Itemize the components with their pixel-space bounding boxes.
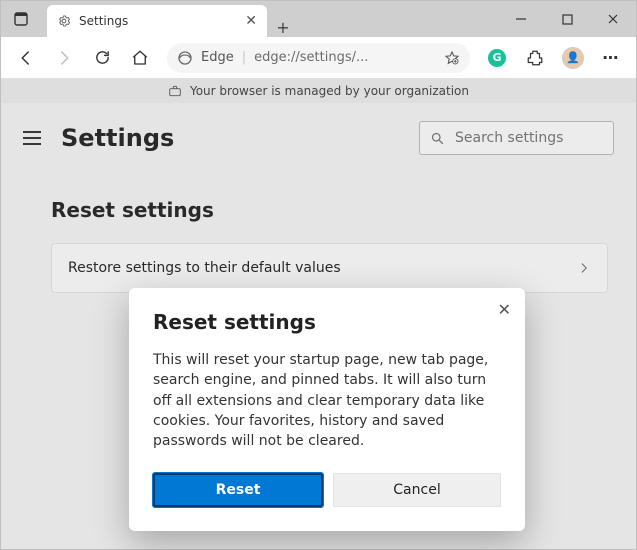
tab-settings[interactable]: Settings ✕: [47, 5, 267, 37]
profile-avatar[interactable]: 👤: [556, 41, 590, 75]
favorite-button[interactable]: [444, 50, 460, 66]
tabstrip: Settings ✕ +: [41, 1, 498, 37]
back-button[interactable]: [9, 41, 43, 75]
dialog-actions: Reset Cancel: [153, 473, 501, 507]
url-text: edge://settings/...: [254, 50, 436, 65]
cancel-button[interactable]: Cancel: [333, 473, 501, 507]
reset-settings-dialog: ✕ Reset settings This will reset your st…: [129, 288, 525, 531]
new-tab-button[interactable]: +: [267, 18, 299, 37]
browser-window: Settings ✕ + Edge | edge://settings/... …: [0, 0, 637, 550]
minimize-button[interactable]: [498, 1, 544, 37]
toolbar: Edge | edge://settings/... G 👤 ⋯: [1, 37, 636, 79]
dialog-body: This will reset your startup page, new t…: [153, 350, 501, 451]
gear-icon: [57, 14, 71, 28]
refresh-button[interactable]: [85, 41, 119, 75]
managed-text: Your browser is managed by your organiza…: [190, 84, 469, 98]
briefcase-icon: [168, 84, 182, 98]
forward-button[interactable]: [47, 41, 81, 75]
home-button[interactable]: [123, 41, 157, 75]
close-window-button[interactable]: [590, 1, 636, 37]
window-controls: [498, 1, 636, 37]
titlebar: Settings ✕ +: [1, 1, 636, 37]
tab-title: Settings: [79, 14, 128, 28]
maximize-button[interactable]: [544, 1, 590, 37]
dialog-title: Reset settings: [153, 310, 501, 334]
tab-overview-button[interactable]: [1, 1, 41, 37]
dialog-close-button[interactable]: ✕: [498, 300, 511, 319]
edge-logo-icon: [177, 50, 193, 66]
managed-banner: Your browser is managed by your organiza…: [1, 79, 636, 103]
edge-label: Edge: [201, 50, 234, 65]
more-menu-button[interactable]: ⋯: [594, 41, 628, 75]
reset-button[interactable]: Reset: [153, 473, 323, 507]
separator: |: [242, 50, 246, 65]
address-bar[interactable]: Edge | edge://settings/...: [167, 43, 470, 73]
grammarly-extension[interactable]: G: [480, 41, 514, 75]
tab-close-button[interactable]: ✕: [245, 13, 257, 29]
extensions-button[interactable]: [518, 41, 552, 75]
settings-page: Settings Search settings Reset settings …: [1, 103, 636, 549]
